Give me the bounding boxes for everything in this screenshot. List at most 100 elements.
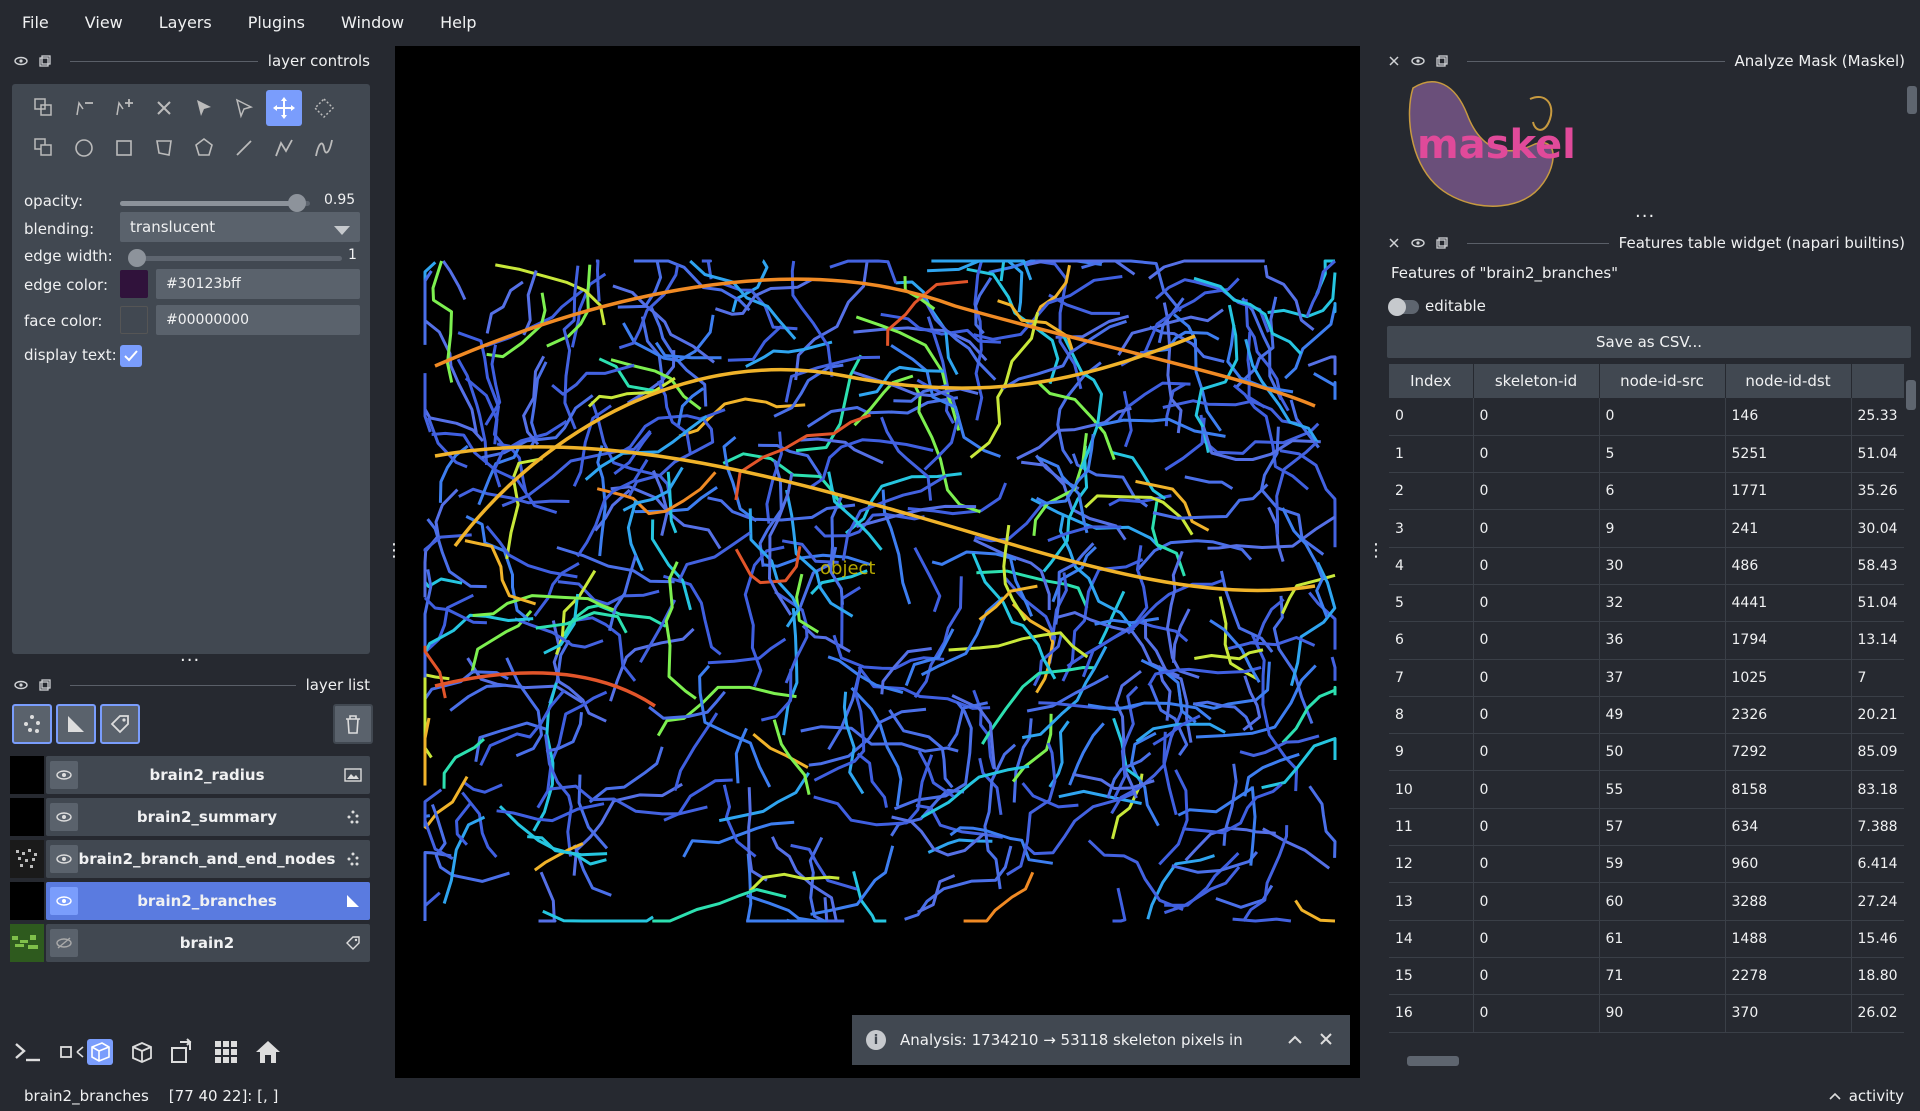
save-csv-button[interactable]: Save as CSV... — [1387, 326, 1911, 358]
table-cell[interactable]: 83.18 — [1851, 770, 1904, 809]
table-cell[interactable]: 36 — [1599, 621, 1726, 660]
table-cell[interactable]: 7.388 — [1851, 808, 1904, 847]
table-header-cell[interactable]: skeleton-id — [1473, 364, 1600, 398]
table-cell[interactable]: 8158 — [1725, 770, 1852, 809]
close-icon[interactable] — [1385, 234, 1403, 252]
table-cell[interactable]: 1794 — [1725, 621, 1852, 660]
table-header-cell[interactable]: node-id-src — [1599, 364, 1726, 398]
table-row[interactable]: 16 0 90 370 26.02 — [1389, 994, 1904, 1033]
menu-view[interactable]: View — [85, 13, 123, 32]
eye-icon[interactable] — [50, 803, 78, 831]
table-cell[interactable]: 0 — [1473, 957, 1600, 996]
float-icon[interactable] — [36, 52, 54, 70]
line-icon[interactable] — [226, 130, 262, 166]
rectangle-icon[interactable] — [106, 130, 142, 166]
layer-row[interactable]: brain2_summary — [10, 798, 370, 836]
features-table[interactable]: Indexskeleton-idnode-id-srcnode-id-dstbr… — [1389, 364, 1904, 1054]
polygon-icon[interactable] — [146, 130, 182, 166]
table-cell[interactable]: 0 — [1473, 808, 1600, 847]
table-cell[interactable]: 9 — [1599, 509, 1726, 548]
table-cell[interactable]: 0 — [1473, 733, 1600, 772]
layer-row[interactable]: brain2_radius — [10, 756, 370, 794]
table-cell[interactable]: 59 — [1599, 845, 1726, 884]
table-cell[interactable]: 1771 — [1725, 472, 1852, 511]
table-header-cell[interactable]: node-id-dst — [1725, 364, 1852, 398]
table-cell[interactable]: 4441 — [1725, 584, 1852, 623]
table-cell[interactable]: 51.04 — [1851, 584, 1904, 623]
face-color-swatch[interactable] — [120, 306, 148, 334]
editable-toggle[interactable] — [1388, 298, 1419, 316]
hide-icon[interactable] — [1409, 234, 1427, 252]
float-icon[interactable] — [1433, 234, 1451, 252]
table-cell[interactable]: 49 — [1599, 696, 1726, 735]
table-cell[interactable]: 71 — [1599, 957, 1726, 996]
roll-dims-button[interactable] — [122, 1032, 162, 1072]
table-cell[interactable]: 0 — [1473, 584, 1600, 623]
table-cell[interactable]: 486 — [1725, 547, 1852, 585]
table-cell[interactable]: 146 — [1725, 398, 1852, 436]
layer-item[interactable]: brain2_branches — [46, 882, 370, 920]
table-row[interactable]: 5 0 32 4441 51.04 — [1389, 584, 1904, 623]
table-cell[interactable]: 90 — [1599, 994, 1726, 1033]
table-row[interactable]: 1 0 5 5251 51.04 — [1389, 435, 1904, 474]
hide-icon[interactable] — [1409, 52, 1427, 70]
table-cell[interactable]: 30.04 — [1851, 509, 1904, 548]
eye-icon[interactable] — [50, 761, 78, 789]
table-cell[interactable]: 25.33 — [1851, 398, 1904, 436]
close-icon[interactable] — [1385, 52, 1403, 70]
freehand-path-icon[interactable] — [306, 130, 342, 166]
table-cell[interactable]: 6 — [1389, 621, 1474, 660]
table-cell[interactable]: 0 — [1473, 845, 1600, 884]
new-shapes-layer-button[interactable] — [56, 704, 96, 744]
grid-button[interactable] — [206, 1032, 246, 1072]
table-cell[interactable]: 35.26 — [1851, 472, 1904, 511]
layer-item[interactable]: brain2_branch_and_end_nodes — [46, 840, 370, 878]
table-row[interactable]: 8 0 49 2326 20.21 — [1389, 696, 1904, 735]
table-cell[interactable]: 7 — [1389, 659, 1474, 697]
table-cell[interactable]: 30 — [1599, 547, 1726, 585]
table-cell[interactable]: 14 — [1389, 920, 1474, 958]
table-cell[interactable]: 634 — [1725, 808, 1852, 847]
shapes-arrange-icon[interactable] — [26, 90, 62, 126]
table-cell[interactable]: 12 — [1389, 845, 1474, 884]
direct-select-icon[interactable] — [226, 90, 262, 126]
layer-item[interactable]: brain2 — [46, 924, 370, 962]
table-cell[interactable]: 370 — [1725, 994, 1852, 1033]
table-cell[interactable]: 9 — [1389, 733, 1474, 772]
table-cell[interactable]: 7292 — [1725, 733, 1852, 772]
table-cell[interactable]: 6.414 — [1851, 845, 1904, 884]
new-labels-layer-button[interactable] — [100, 704, 140, 744]
table-cell[interactable]: 2278 — [1725, 957, 1852, 996]
table-cell[interactable]: 57 — [1599, 808, 1726, 847]
table-row[interactable]: 0 0 0 146 25.33 — [1389, 398, 1904, 436]
close-icon[interactable] — [12, 676, 30, 694]
table-cell[interactable]: 2 — [1389, 472, 1474, 511]
table-cell[interactable]: 0 — [1473, 472, 1600, 511]
table-row[interactable]: 14 0 61 1488 15.46 — [1389, 920, 1904, 958]
table-cell[interactable]: 20.21 — [1851, 696, 1904, 735]
menu-file[interactable]: File — [22, 13, 49, 32]
layer-row[interactable]: brain2_branch_and_end_nodes — [10, 840, 370, 878]
float-icon[interactable] — [1433, 52, 1451, 70]
table-vertical-scrollbar[interactable] — [1904, 364, 1918, 1054]
table-cell[interactable]: 0 — [1473, 621, 1600, 660]
table-cell[interactable]: 0 — [1389, 398, 1474, 436]
table-cell[interactable]: 1488 — [1725, 920, 1852, 958]
table-row[interactable]: 9 0 50 7292 85.09 — [1389, 733, 1904, 772]
path-icon[interactable] — [266, 130, 302, 166]
table-cell[interactable]: 3288 — [1725, 882, 1852, 921]
table-cell[interactable]: 0 — [1473, 920, 1600, 958]
table-cell[interactable]: 5251 — [1725, 435, 1852, 474]
table-header-cell[interactable]: br — [1851, 364, 1904, 398]
table-cell[interactable]: 0 — [1473, 435, 1600, 474]
edge-color-field[interactable]: #30123bff — [156, 269, 360, 299]
table-cell[interactable]: 6 — [1599, 472, 1726, 511]
table-cell[interactable]: 1025 — [1725, 659, 1852, 697]
table-cell[interactable]: 16 — [1389, 994, 1474, 1033]
ellipse-icon[interactable] — [66, 130, 102, 166]
float-icon[interactable] — [36, 676, 54, 694]
menu-layers[interactable]: Layers — [159, 13, 212, 32]
table-cell[interactable]: 26.02 — [1851, 994, 1904, 1033]
table-cell[interactable]: 18.80 — [1851, 957, 1904, 996]
table-row[interactable]: 3 0 9 241 30.04 — [1389, 509, 1904, 548]
